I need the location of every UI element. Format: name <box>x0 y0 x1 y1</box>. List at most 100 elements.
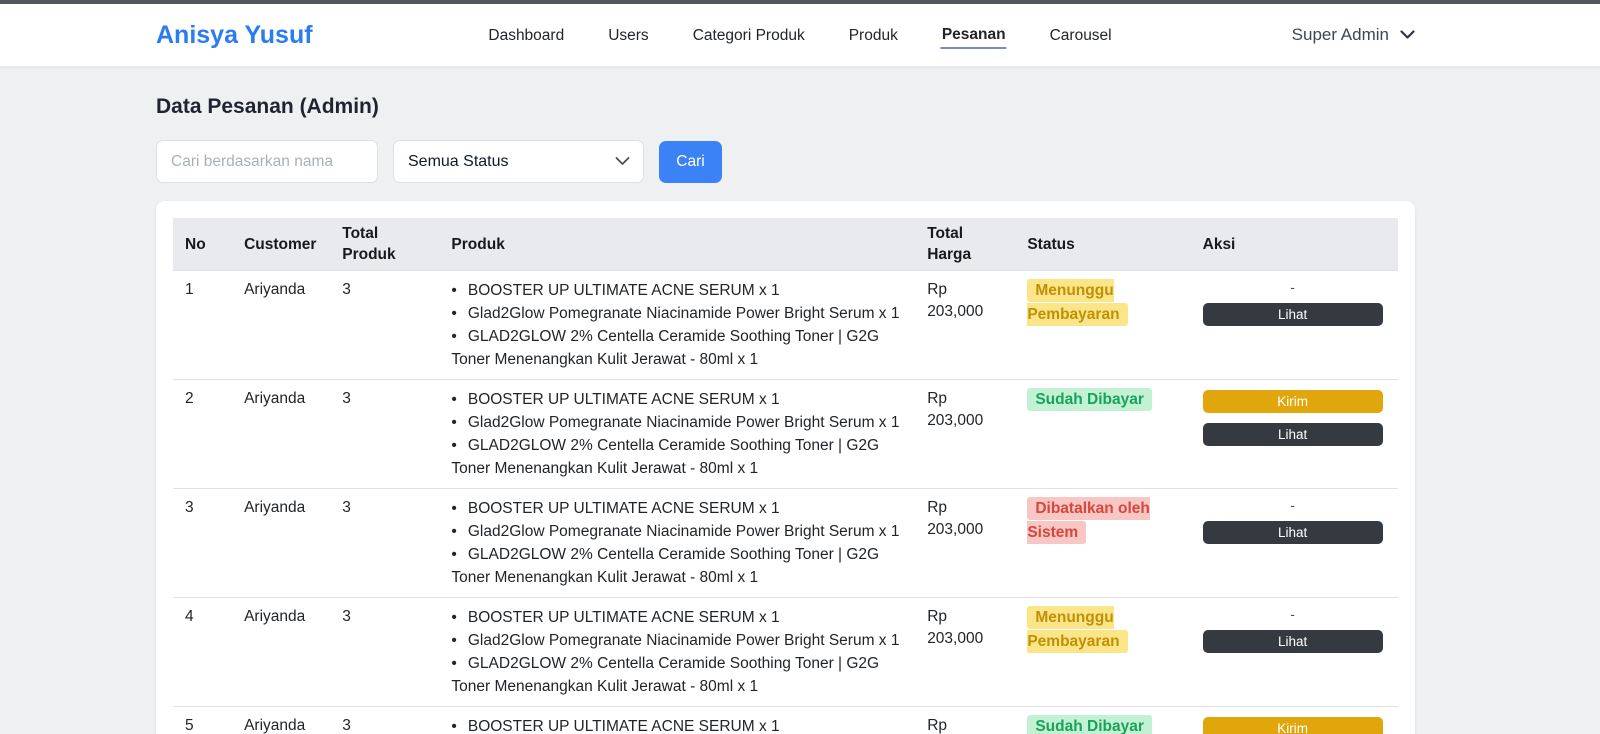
order-produk-cell: BOOSTER UP ULTIMATE ACNE SERUM x 1Glad2G… <box>439 489 915 598</box>
produk-list: BOOSTER UP ULTIMATE ACNE SERUM x 1Glad2G… <box>451 279 903 371</box>
main-nav: Dashboard Users Categori Produk Produk Pesan… <box>487 4 1112 66</box>
orders-table: NoCustomerTotal ProdukProdukTotal HargaS… <box>173 218 1398 734</box>
nav-link-categori-produk[interactable]: Categori Produk <box>692 22 806 48</box>
order-no: 3 <box>173 489 232 598</box>
order-no: 5 <box>173 707 232 734</box>
status-filter-select[interactable]: Semua Status <box>393 140 644 183</box>
order-aksi-cell: - Lihat <box>1191 489 1398 598</box>
status-badge: Menunggu Pembayaran <box>1027 279 1127 326</box>
order-status-cell: Sudah Dibayar <box>1015 707 1190 734</box>
column-header-total-produk: Total Produk <box>330 218 439 271</box>
produk-item: BOOSTER UP ULTIMATE ACNE SERUM x 1 <box>451 497 903 520</box>
page-title: Data Pesanan (Admin) <box>156 95 1415 119</box>
column-header-aksi: Aksi <box>1191 218 1398 271</box>
table-row: 5Ariyanda3 BOOSTER UP ULTIMATE ACNE SERUM… <box>173 707 1398 734</box>
chevron-down-icon <box>1400 30 1415 40</box>
orders-card: NoCustomerTotal ProdukProdukTotal HargaS… <box>156 201 1415 734</box>
produk-list: BOOSTER UP ULTIMATE ACNE SERUM x 1Glad2G… <box>451 606 903 698</box>
order-status-cell: Dibatalkan oleh Sistem <box>1015 489 1190 598</box>
order-customer: Ariyanda <box>232 380 330 489</box>
table-row: 3Ariyanda3BOOSTER UP ULTIMATE ACNE SERUM… <box>173 489 1398 598</box>
kirim-button[interactable]: Kirim <box>1203 717 1383 734</box>
user-menu-label: Super Admin <box>1292 25 1389 45</box>
column-header-total-harga: Total Harga <box>915 218 1015 271</box>
order-total-harga: Rp 203,000 <box>915 271 1015 380</box>
produk-item: BOOSTER UP ULTIMATE ACNE SERUM x 1 <box>451 606 903 629</box>
order-total-harga: Rp 203,000 <box>915 489 1015 598</box>
navbar: Anisya Yusuf Dashboard Users Categori Prod… <box>0 4 1600 67</box>
produk-list: BOOSTER UP ULTIMATE ACNE SERUM x 1Glad2G… <box>451 388 903 480</box>
no-action-dash: - <box>1203 499 1383 511</box>
status-badge: Sudah Dibayar <box>1027 715 1152 734</box>
order-aksi-cell: Kirim Lihat <box>1191 380 1398 489</box>
order-total-produk: 3 <box>330 707 439 734</box>
nav-link-produk[interactable]: Produk <box>848 22 899 48</box>
produk-item: BOOSTER UP ULTIMATE ACNE SERUM x 1 <box>451 279 903 302</box>
produk-list: BOOSTER UP ULTIMATE ACNE SERUM x 1Glad2G… <box>451 497 903 589</box>
produk-item: GLAD2GLOW 2% Centella Ceramide Soothing … <box>451 543 903 589</box>
action-buttons: - Lihat <box>1203 497 1383 544</box>
order-aksi-cell: - Lihat <box>1191 271 1398 380</box>
table-row: 4Ariyanda3BOOSTER UP ULTIMATE ACNE SERUM… <box>173 598 1398 707</box>
nav-link-users[interactable]: Users <box>607 22 649 48</box>
orders-table-body: 1Ariyanda3BOOSTER UP ULTIMATE ACNE SERUM… <box>173 271 1398 734</box>
order-aksi-cell: KirimLihat <box>1191 707 1398 734</box>
order-total-harga: Rp 203,000 <box>915 707 1015 734</box>
produk-item: GLAD2GLOW 2% Centella Ceramide Soothing … <box>451 325 903 371</box>
produk-item: BOOSTER UP ULTIMATE ACNE SERUM x 1 <box>451 388 903 411</box>
status-badge: Dibatalkan oleh Sistem <box>1027 497 1150 544</box>
action-buttons: KirimLihat <box>1203 715 1383 734</box>
no-action-dash: - <box>1203 281 1383 293</box>
action-buttons: - Lihat <box>1203 279 1383 326</box>
status-filter-wrap: Semua Status <box>393 140 644 183</box>
table-row: 2Ariyanda3BOOSTER UP ULTIMATE ACNE SERUM… <box>173 380 1398 489</box>
column-header-produk: Produk <box>439 218 915 271</box>
produk-item: Glad2Glow Pomegranate Niacinamide Power … <box>451 520 903 543</box>
filter-bar: Semua Status Cari <box>156 140 1415 183</box>
order-produk-cell: BOOSTER UP ULTIMATE ACNE SERUM x 1Glad2G… <box>439 271 915 380</box>
search-submit-button[interactable]: Cari <box>659 141 722 183</box>
order-status-cell: Sudah Dibayar <box>1015 380 1190 489</box>
search-input[interactable] <box>156 140 378 183</box>
order-customer: Ariyanda <box>232 598 330 707</box>
order-status-cell: Menunggu Pembayaran <box>1015 271 1190 380</box>
order-no: 2 <box>173 380 232 489</box>
order-total-produk: 3 <box>330 489 439 598</box>
nav-link-pesanan[interactable]: Pesanan <box>941 21 1007 49</box>
status-badge: Menunggu Pembayaran <box>1027 606 1127 653</box>
kirim-button[interactable]: Kirim <box>1203 390 1383 413</box>
produk-item: GLAD2GLOW 2% Centella Ceramide Soothing … <box>451 652 903 698</box>
order-status-cell: Menunggu Pembayaran <box>1015 598 1190 707</box>
order-customer: Ariyanda <box>232 271 330 380</box>
produk-item: BOOSTER UP ULTIMATE ACNE SERUM x 1 <box>451 715 903 734</box>
nav-link-dashboard[interactable]: Dashboard <box>487 22 565 48</box>
order-no: 4 <box>173 598 232 707</box>
user-menu-dropdown[interactable]: Super Admin <box>1292 25 1415 45</box>
lihat-button[interactable]: Lihat <box>1203 630 1383 653</box>
produk-item: GLAD2GLOW 2% Centella Ceramide Soothing … <box>451 434 903 480</box>
status-badge: Sudah Dibayar <box>1027 388 1152 411</box>
order-aksi-cell: - Lihat <box>1191 598 1398 707</box>
produk-item: Glad2Glow Pomegranate Niacinamide Power … <box>451 629 903 652</box>
order-produk-cell: BOOSTER UP ULTIMATE ACNE SERUM x 1Glad2G… <box>439 598 915 707</box>
lihat-button[interactable]: Lihat <box>1203 423 1383 446</box>
action-buttons: Kirim Lihat <box>1203 388 1383 446</box>
order-no: 1 <box>173 271 232 380</box>
produk-list: BOOSTER UP ULTIMATE ACNE SERUM x 1Glad2G… <box>451 715 903 734</box>
order-produk-cell: BOOSTER UP ULTIMATE ACNE SERUM x 1Glad2G… <box>439 380 915 489</box>
table-row: 1Ariyanda3BOOSTER UP ULTIMATE ACNE SERUM… <box>173 271 1398 380</box>
order-total-harga: Rp 203,000 <box>915 380 1015 489</box>
order-customer: Ariyanda <box>232 489 330 598</box>
lihat-button[interactable]: Lihat <box>1203 303 1383 326</box>
no-action-dash: - <box>1203 608 1383 620</box>
order-total-harga: Rp 203,000 <box>915 598 1015 707</box>
order-produk-cell: BOOSTER UP ULTIMATE ACNE SERUM x 1Glad2G… <box>439 707 915 734</box>
order-customer: Ariyanda <box>232 707 330 734</box>
column-header-status: Status <box>1015 218 1190 271</box>
nav-link-carousel[interactable]: Carousel <box>1049 22 1113 48</box>
main-content: Data Pesanan (Admin) Semua Status Cari N… <box>156 95 1415 734</box>
brand-logo[interactable]: Anisya Yusuf <box>156 21 313 50</box>
lihat-button[interactable]: Lihat <box>1203 521 1383 544</box>
orders-table-head: NoCustomerTotal ProdukProdukTotal HargaS… <box>173 218 1398 271</box>
produk-item: Glad2Glow Pomegranate Niacinamide Power … <box>451 411 903 434</box>
